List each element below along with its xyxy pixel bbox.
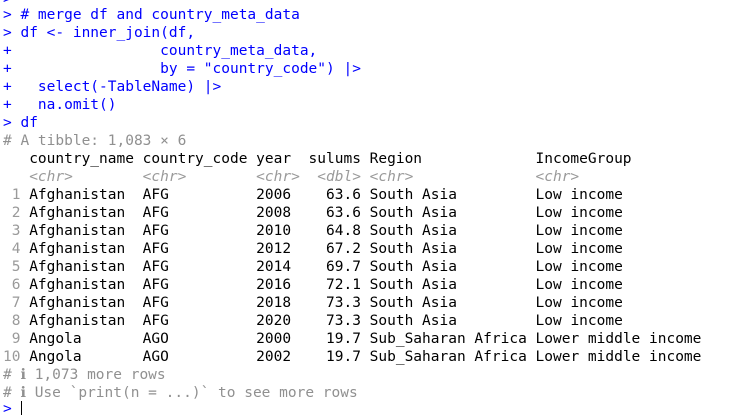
table-row: 10 Angola AGO 2002 19.7 Sub_Saharan Afri… [3,348,701,366]
row-values: Afghanistan AFG 2020 73.3 South Asia Low… [20,313,623,329]
command-line: + na.omit() [3,96,117,114]
column-headers: country_name country_code year sulums Re… [3,151,632,167]
r-console[interactable]: > > # merge df and country_meta_data > d… [0,0,737,417]
column-types: <chr> <chr> <chr> <dbl> <chr> <chr> [3,169,580,185]
continuation-symbol: + [3,79,12,95]
input-line[interactable]: > [3,400,23,418]
row-values: Angola AGO 2000 19.7 Sub_Saharan Africa … [20,331,702,347]
continuation-symbol: + [3,97,12,113]
table-row: 4 Afghanistan AFG 2012 67.2 South Asia L… [3,240,623,258]
row-values: Afghanistan AFG 2010 64.8 South Asia Low… [20,223,623,239]
command-line: + country_meta_data, [3,42,317,60]
table-row: 5 Afghanistan AFG 2014 69.7 South Asia L… [3,258,623,276]
tibble-header: # A tibble: 1,083 × 6 [3,133,187,149]
row-values: Angola AGO 2002 19.7 Sub_Saharan Africa … [20,349,702,365]
table-row: 3 Afghanistan AFG 2010 64.8 South Asia L… [3,222,623,240]
row-number: 8 [3,313,21,329]
row-number: 4 [3,241,21,257]
table-row: 1 Afghanistan AFG 2006 63.6 South Asia L… [3,186,623,204]
command-text: na.omit() [11,97,117,113]
row-values: Afghanistan AFG 2008 63.6 South Asia Low… [20,205,623,221]
table-row: 2 Afghanistan AFG 2008 63.6 South Asia L… [3,204,623,222]
command-text: select(-TableName) |> [11,79,222,95]
row-values: Afghanistan AFG 2016 72.1 South Asia Low… [20,277,623,293]
prompt-symbol: > [3,401,12,417]
continuation-symbol: + [3,61,12,77]
table-row: 7 Afghanistan AFG 2018 73.3 South Asia L… [3,294,623,312]
command-line: > df [3,114,38,132]
command-text: country_meta_data, [11,43,318,59]
command-text: by = "country_code") |> [11,61,361,77]
table-row: 8 Afghanistan AFG 2020 73.3 South Asia L… [3,312,623,330]
table-row: 6 Afghanistan AFG 2016 72.1 South Asia L… [3,276,623,294]
prompt-symbol: > [3,7,12,23]
text-cursor [21,401,23,415]
row-number: 5 [3,259,21,275]
continuation-symbol: + [3,43,12,59]
table-row: 9 Angola AGO 2000 19.7 Sub_Saharan Afric… [3,330,702,348]
row-number: 2 [3,205,21,221]
row-values: Afghanistan AFG 2012 67.2 South Asia Low… [20,241,623,257]
row-number: 1 [3,187,21,203]
row-number: 10 [3,349,21,365]
row-values: Afghanistan AFG 2006 63.6 South Asia Low… [20,187,623,203]
command-line: + select(-TableName) |> [3,78,221,96]
row-number: 6 [3,277,21,293]
prompt-symbol: > [3,25,12,41]
row-number: 7 [3,295,21,311]
row-values: Afghanistan AFG 2018 73.3 South Asia Low… [20,295,623,311]
command-line: > # merge df and country_meta_data [3,6,300,24]
command-line: > df <- inner_join(df, [3,24,195,42]
footer-more-rows: # ℹ 1,073 more rows [3,367,166,383]
row-number: 9 [3,331,21,347]
row-values: Afghanistan AFG 2014 69.7 South Asia Low… [20,259,623,275]
prompt-symbol: > [3,115,12,131]
row-number: 3 [3,223,21,239]
command-text: df [11,115,38,131]
footer-print-hint: # ℹ Use `print(n = ...)` to see more row… [3,385,358,401]
command-line: + by = "country_code") |> [3,60,361,78]
command-text: # merge df and country_meta_data [11,7,300,23]
command-text: df <- inner_join(df, [11,25,196,41]
